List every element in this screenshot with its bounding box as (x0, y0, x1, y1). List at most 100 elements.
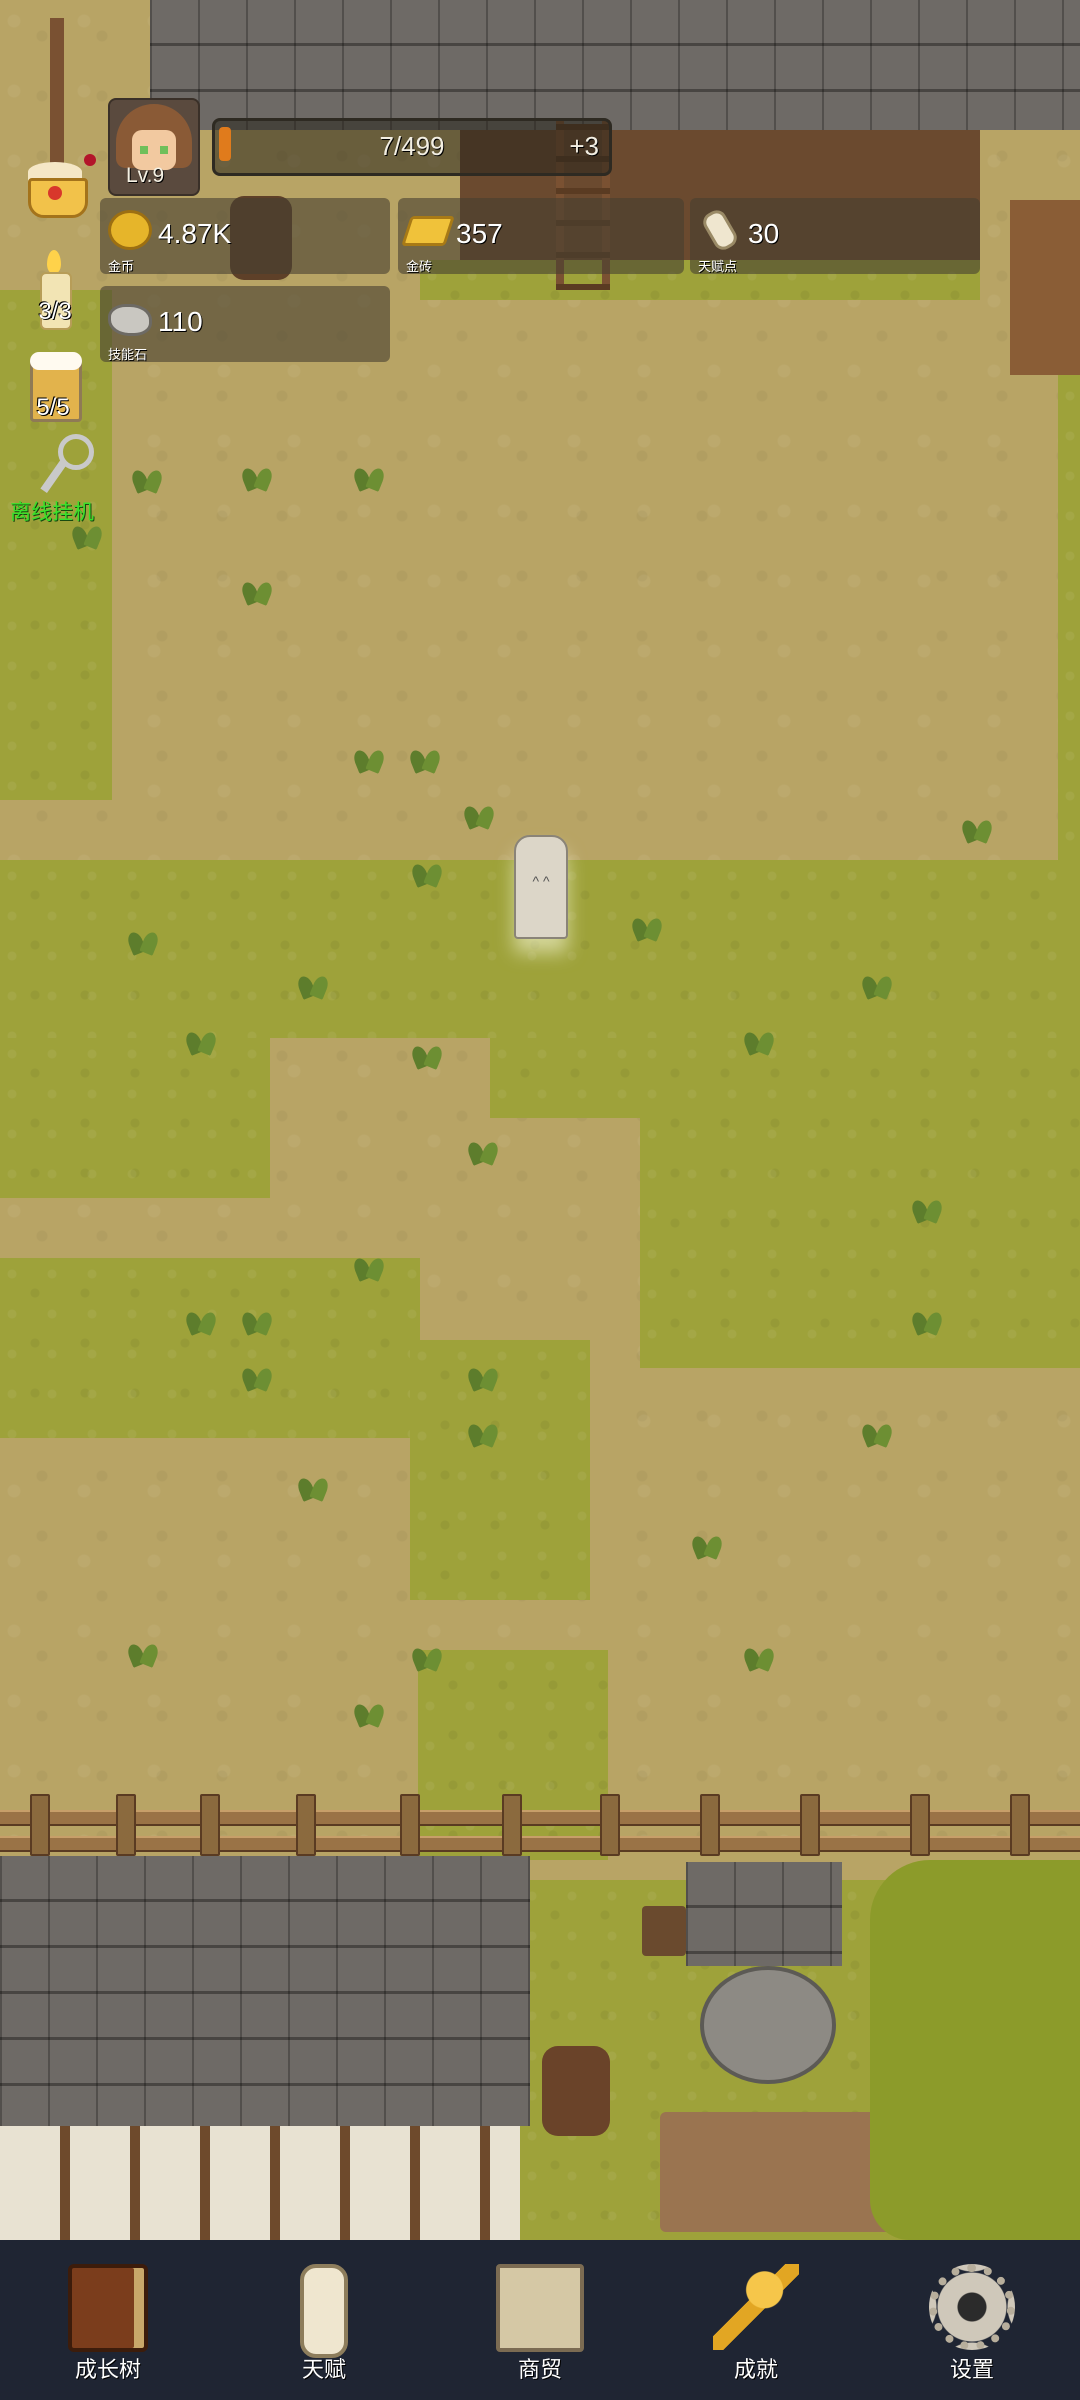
grass-top-right (1058, 300, 1080, 860)
candle-count: 3/3 (38, 298, 72, 325)
nav-label: 设置 (949, 2357, 994, 2382)
weed (466, 1360, 500, 1390)
weed (408, 742, 442, 772)
weed (410, 1038, 444, 1068)
weed (466, 1416, 500, 1446)
xp-text: 7/499 (379, 131, 445, 161)
weed (742, 1640, 776, 1670)
top-left-post (50, 18, 64, 178)
weed (240, 574, 274, 604)
gold-coin-icon (108, 210, 152, 250)
fence-post (502, 1794, 522, 1856)
weed (126, 1636, 160, 1666)
fence-post (910, 1794, 930, 1856)
weed (690, 1528, 724, 1558)
xp-bar: 7/499 +3 (212, 118, 612, 176)
beer-count: 5/5 (36, 394, 70, 421)
well-roof (686, 1862, 842, 1966)
bottom-house-wall (0, 2126, 520, 2240)
fence-post (30, 1794, 50, 1856)
weed (410, 1640, 444, 1670)
resource-gold[interactable]: 4.87K 金币 (100, 198, 390, 274)
stone-marker[interactable]: ^ ^ (514, 835, 568, 939)
map-icon (496, 2264, 584, 2352)
resource-label: 金砖 (406, 259, 433, 274)
tree (870, 1860, 1080, 2240)
nav-trade[interactable]: 商贸 (460, 2240, 620, 2400)
stone-face: ^ ^ (532, 873, 550, 889)
weed (352, 460, 386, 490)
weed (910, 1304, 944, 1334)
gear-icon (929, 2264, 1015, 2350)
bottom-nav: 成长树 天赋 商贸 成就 设置 (0, 2240, 1080, 2400)
weed (184, 1024, 218, 1054)
resource-label: 天赋点 (698, 259, 738, 274)
weed (860, 1416, 894, 1446)
resource-skill-stone[interactable]: 110 技能石 (100, 286, 390, 362)
bottom-house-roof (0, 1856, 530, 2126)
weed (630, 910, 664, 940)
resource-gold-brick[interactable]: 357 金砖 (398, 198, 684, 274)
weed (126, 924, 160, 954)
fence-post (116, 1794, 136, 1856)
weed (352, 1250, 386, 1280)
weed (352, 1696, 386, 1726)
weed (296, 968, 330, 998)
idle-keys-icon[interactable] (36, 432, 96, 496)
player-level: Lv.9 (126, 164, 165, 187)
weed (462, 798, 496, 828)
well-base (700, 1966, 836, 2084)
crown-icon[interactable] (22, 156, 88, 224)
resource-label: 技能石 (108, 347, 148, 362)
fence-post (296, 1794, 316, 1856)
weed (466, 1134, 500, 1164)
gold-brick-icon (401, 216, 455, 246)
weed (296, 1470, 330, 1500)
weed (130, 462, 164, 492)
nav-label: 成就 (733, 2357, 778, 2382)
weed (240, 460, 274, 490)
nav-settings[interactable]: 设置 (892, 2240, 1052, 2400)
weed (960, 812, 994, 842)
resource-value: 30 (748, 218, 780, 249)
book-icon (68, 2264, 148, 2352)
fence-post (400, 1794, 420, 1856)
weed (240, 1304, 274, 1334)
fence-post (600, 1794, 620, 1856)
weed (240, 1360, 274, 1390)
idle-label[interactable]: 离线挂机 (10, 496, 94, 526)
top-roof (150, 0, 1080, 130)
nav-label: 成长树 (74, 2357, 141, 2382)
nav-label: 天赋 (301, 2357, 346, 2382)
weed (184, 1304, 218, 1334)
nav-growth-tree[interactable]: 成长树 (28, 2240, 188, 2400)
weed (352, 742, 386, 772)
weed (410, 856, 444, 886)
fence-post (700, 1794, 720, 1856)
fence-post (200, 1794, 220, 1856)
resource-value: 357 (456, 218, 503, 249)
nav-talent[interactable]: 天赋 (244, 2240, 404, 2400)
scroll-icon (300, 2264, 348, 2358)
resource-talent-points[interactable]: 30 天赋点 (690, 198, 980, 274)
grass-right-mid (640, 1038, 1080, 1368)
bucket (642, 1906, 686, 1956)
grass-strip (410, 1340, 590, 1600)
weed (860, 968, 894, 998)
fence-post (1010, 1794, 1030, 1856)
resource-value: 4.87K (158, 218, 232, 249)
resource-value: 110 (158, 306, 203, 337)
nav-achievement[interactable]: 成就 (676, 2240, 836, 2400)
barrel-bottom (542, 2046, 610, 2136)
grass-left-mid (0, 1038, 270, 1198)
xp-bonus: +3 (569, 131, 599, 161)
talent-scroll-icon (699, 206, 741, 254)
skill-stone-icon (108, 304, 152, 336)
resource-label: 金币 (108, 259, 135, 274)
weed (742, 1024, 776, 1054)
weed (910, 1192, 944, 1222)
fence-post (800, 1794, 820, 1856)
gold-key-icon (713, 2264, 799, 2350)
nav-label: 商贸 (517, 2357, 562, 2382)
barn-side (1010, 200, 1080, 375)
